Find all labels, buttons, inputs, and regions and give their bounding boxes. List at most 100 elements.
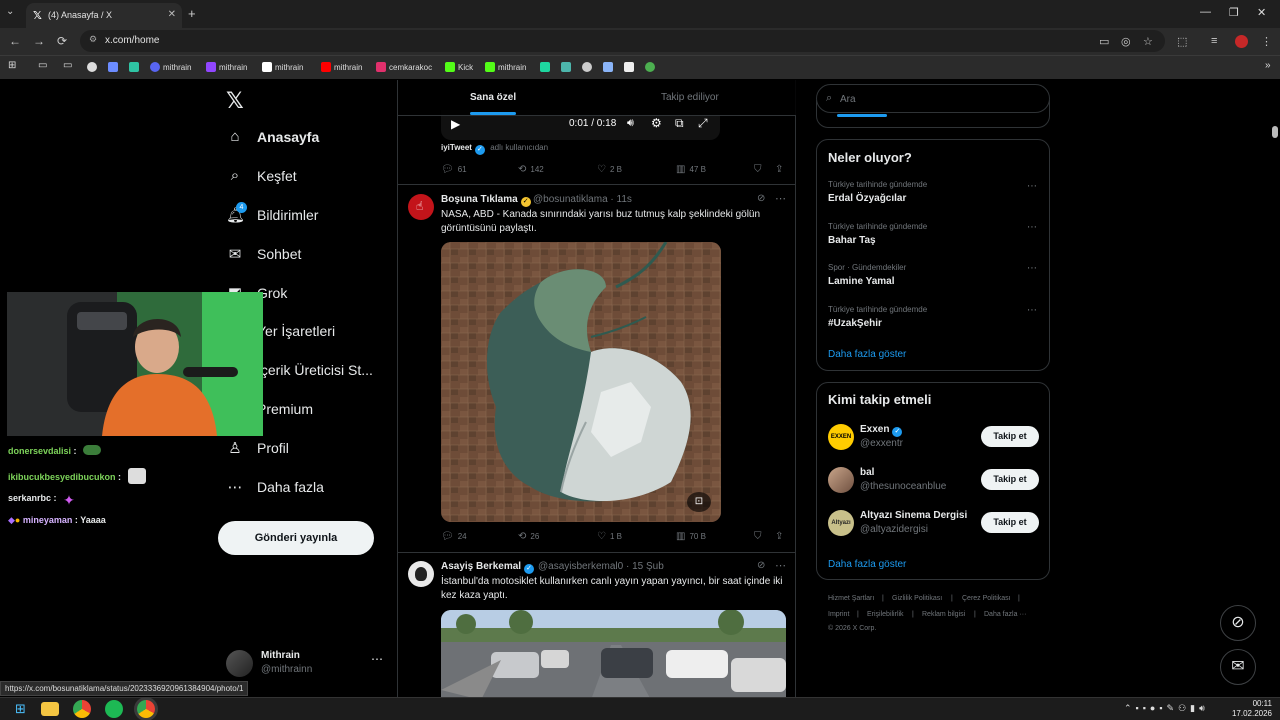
reload-button[interactable]: ⟳ — [57, 34, 67, 48]
tweet-photo[interactable]: ⊡ — [441, 242, 721, 522]
window-close-button[interactable]: ✕ — [1257, 6, 1266, 19]
who-show-more-link[interactable]: Daha fazla göster — [828, 559, 906, 570]
scrollbar-thumb[interactable] — [1272, 126, 1278, 138]
tweet-author-name[interactable]: Boşuna Tıklama ✓ — [441, 194, 531, 207]
apps-icon[interactable]: ⊞ — [8, 60, 16, 71]
grok-explain-icon[interactable]: ⊘ — [757, 193, 765, 204]
address-bar[interactable]: ⚙ x.com/home — [80, 30, 1165, 52]
views-button[interactable]: ▥ 70 B — [676, 531, 706, 542]
follow-suggestion[interactable]: Altyazı Altyazı Sinema Dergisi @altyazid… — [817, 507, 1049, 541]
site-info-icon[interactable]: ⚙ — [89, 34, 97, 45]
footer-link[interactable]: Erişilebilirlik — [867, 611, 904, 618]
bookmark-item[interactable]: mithrain — [485, 62, 526, 72]
trend-item[interactable]: Spor · Gündemdekiler Lamine Yamal ⋯ — [817, 258, 1049, 294]
file-explorer-icon[interactable] — [41, 702, 59, 716]
play-icon[interactable]: ▶ — [451, 117, 460, 131]
repost-button[interactable]: ⟲ 142 — [518, 164, 544, 175]
video-source[interactable]: iyiTweet ✓ adlı kullanıcıdan — [441, 143, 548, 155]
cast-icon[interactable]: ▭ — [1099, 35, 1109, 48]
fullscreen-icon[interactable]: ⤢ — [698, 116, 708, 131]
bookmark-icon-3[interactable] — [129, 62, 142, 72]
footer-link[interactable]: Daha fazla ··· — [984, 611, 1026, 618]
account-switcher[interactable]: Mithrain @mithrainn ⋯ — [226, 648, 386, 680]
system-tray-icons[interactable]: ⌃▪▪●▪✎⚇▮🔊︎ — [1124, 703, 1209, 714]
views-button[interactable]: ▥ 47 B — [676, 164, 706, 175]
more-dots-icon[interactable]: ⋯ — [775, 559, 786, 572]
chrome-active-icon[interactable] — [137, 700, 155, 718]
bookmark-item[interactable]: Kick — [445, 62, 473, 72]
folder-icon[interactable]: ▭ — [63, 60, 72, 71]
follow-button[interactable]: Takip et — [981, 426, 1039, 447]
tab-for-you[interactable]: Sana özel — [470, 92, 516, 103]
tweet-card[interactable]: ☝ Boşuna Tıklama ✓ @bosunatiklama · 11s ⊘… — [398, 185, 796, 552]
minimize-button[interactable]: — — [1200, 6, 1211, 18]
grok-fab-icon[interactable]: ⊘ — [1220, 605, 1256, 641]
footer-link[interactable]: Gizlilik Politikası — [892, 595, 942, 602]
tab-search-icon[interactable]: ⌄ — [6, 6, 14, 17]
bookmark-item[interactable]: mithrain — [262, 62, 303, 72]
maximize-button[interactable]: ❐ — [1229, 6, 1239, 19]
bookmark-icon-8[interactable] — [624, 62, 637, 72]
settings-icon[interactable]: ⚙ — [651, 116, 662, 130]
bookmark-icon-9[interactable] — [645, 62, 658, 72]
bookmark-icon-1[interactable] — [87, 62, 100, 72]
grok-explain-icon[interactable]: ⊘ — [757, 560, 765, 571]
tab-following[interactable]: Takip ediliyor — [661, 92, 719, 103]
grok-image-icon[interactable]: ⊡ — [687, 492, 711, 512]
clock-time[interactable]: 00:11 — [1236, 699, 1272, 708]
bookmark-item[interactable]: cemkarakoc — [376, 62, 432, 72]
follow-suggestion[interactable]: EXXEN Exxen ✓ @exxentr Takip et — [817, 421, 1049, 455]
folder-icon[interactable]: ▭ — [38, 60, 47, 71]
bookmarks-overflow-icon[interactable]: » — [1265, 60, 1271, 71]
volume-icon[interactable]: 🔊︎ — [627, 117, 634, 130]
follow-button[interactable]: Takip et — [981, 469, 1039, 490]
pip-icon[interactable]: ⧉ — [675, 116, 684, 131]
more-dots-icon[interactable]: ⋯ — [1027, 263, 1037, 274]
spotify-icon[interactable] — [105, 700, 123, 718]
back-button[interactable]: ← — [9, 34, 21, 48]
footer-link[interactable]: Çerez Politikası — [962, 595, 1011, 602]
star-icon[interactable]: ☆ — [1143, 35, 1153, 48]
more-dots-icon[interactable]: ⋯ — [371, 652, 383, 666]
more-dots-icon[interactable]: ⋯ — [1027, 222, 1037, 233]
footer-link[interactable]: Hizmet Şartları — [828, 595, 874, 602]
more-dots-icon[interactable]: ⋯ — [1027, 305, 1037, 316]
new-tab-button[interactable]: + — [188, 6, 196, 21]
share-button[interactable]: ⇪ — [775, 531, 787, 542]
tweet-video-thumbnail[interactable] — [441, 610, 786, 697]
footer-link[interactable]: Reklam bilgisi — [922, 611, 965, 618]
extensions-icon[interactable]: ⬚ — [1177, 35, 1187, 48]
bookmark-icon-4[interactable] — [540, 62, 553, 72]
repost-button[interactable]: ⟲ 26 — [518, 531, 539, 542]
menu-icon[interactable]: ⋮ — [1261, 35, 1272, 48]
trends-show-more-link[interactable]: Daha fazla göster — [828, 349, 906, 360]
bookmark-icon-2[interactable] — [108, 62, 121, 72]
bookmark-item[interactable]: mithrain — [206, 62, 247, 72]
clock-date[interactable]: 17.02.2026 — [1226, 709, 1272, 718]
forward-button[interactable]: → — [33, 34, 45, 48]
reply-button[interactable]: 💬︎ 61 — [441, 164, 467, 175]
tweet-author-handle[interactable]: @bosunatiklama · 11s — [533, 194, 632, 205]
trend-item[interactable]: Türkiye tarihinde gündemde #UzakŞehir ⋯ — [817, 300, 1049, 336]
reply-button[interactable]: 💬︎ 24 — [441, 531, 467, 542]
bookmark-button[interactable]: ⛉ — [754, 164, 766, 175]
more-dots-icon[interactable]: ⋯ — [775, 192, 786, 205]
follow-suggestion[interactable]: bal @thesunoceanblue Takip et — [817, 464, 1049, 498]
like-button[interactable]: ♡ 1 B — [597, 531, 622, 542]
like-button[interactable]: ♡ 2 B — [597, 164, 622, 175]
bookmark-icon-7[interactable] — [603, 62, 616, 72]
chrome-icon[interactable] — [73, 700, 91, 718]
bookmark-item[interactable]: mithrain — [150, 62, 191, 72]
tweet-author-name[interactable]: Asayiş Berkemal ✓ — [441, 561, 535, 574]
tweet-author-handle[interactable]: @asayisberkemal0 · 15 Şub — [538, 561, 664, 572]
trend-item[interactable]: Türkiye tarihinde gündemde Erdal Özyağcı… — [817, 176, 1049, 212]
trend-item[interactable]: Türkiye tarihinde gündemde Bahar Taş ⋯ — [817, 217, 1049, 253]
post-button[interactable]: Gönderi yayınla — [218, 521, 374, 555]
share-button[interactable]: ⇪ — [775, 164, 787, 175]
profile-avatar-icon[interactable] — [1235, 35, 1248, 48]
messages-fab-icon[interactable]: ✉ — [1220, 649, 1256, 685]
follow-button[interactable]: Takip et — [981, 512, 1039, 533]
bookmark-button[interactable]: ⛉ — [754, 531, 766, 542]
avatar[interactable] — [408, 561, 434, 587]
bookmark-icon-6[interactable] — [582, 62, 595, 72]
